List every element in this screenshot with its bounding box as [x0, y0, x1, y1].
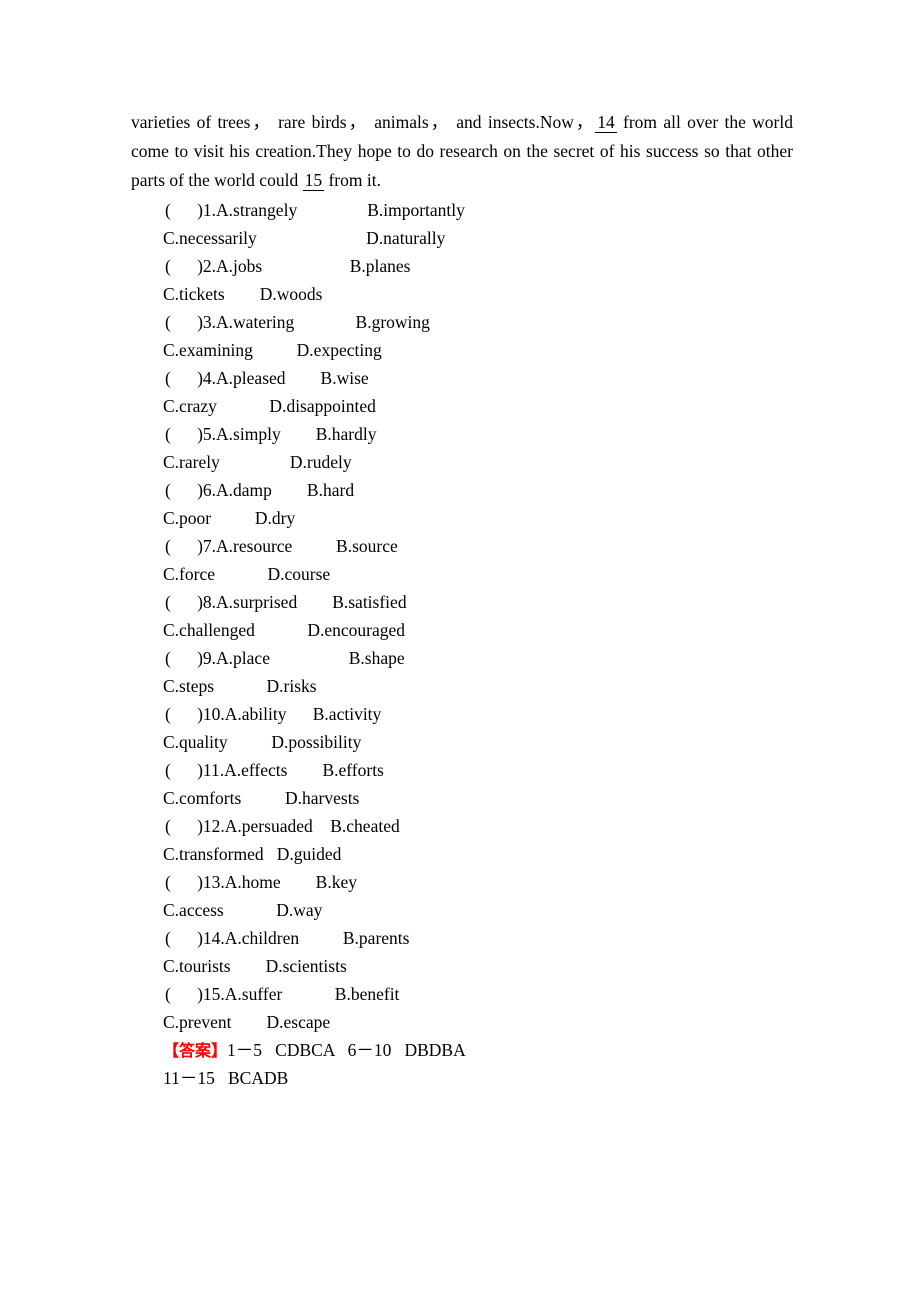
question-4-cd[interactable]: C.crazy D.disappointed — [131, 392, 831, 420]
options-list: ( )1.A.strangely B.importantly C.necessa… — [131, 196, 831, 1036]
answer-ranges-1: 1－5 CDBCA 6－10 DBDBA — [227, 1040, 466, 1060]
question-13-ab[interactable]: ( )13.A.home B.key — [131, 868, 831, 896]
question-13-cd[interactable]: C.access D.way — [131, 896, 831, 924]
passage-line-1-pre: varieties of trees， rare birds， animals，… — [131, 112, 596, 132]
question-15-ab[interactable]: ( )15.A.suffer B.benefit — [131, 980, 831, 1008]
question-5-ab[interactable]: ( )5.A.simply B.hardly — [131, 420, 831, 448]
blank-14: 14 — [595, 112, 617, 133]
question-15-cd[interactable]: C.prevent D.escape — [131, 1008, 831, 1036]
question-7-cd[interactable]: C.force D.course — [131, 560, 831, 588]
answer-line-1: 【答案】1－5 CDBCA 6－10 DBDBA — [131, 1036, 831, 1064]
question-10-ab[interactable]: ( )10.A.ability B.activity — [131, 700, 831, 728]
question-9-cd[interactable]: C.steps D.risks — [131, 672, 831, 700]
question-4-ab[interactable]: ( )4.A.pleased B.wise — [131, 364, 831, 392]
question-10-cd[interactable]: C.quality D.possibility — [131, 728, 831, 756]
passage-line-3-pre: world could — [214, 170, 299, 190]
answer-key: 【答案】1－5 CDBCA 6－10 DBDBA 11－15 BCADB — [131, 1036, 831, 1092]
question-1-cd[interactable]: C.necessarily D.naturally — [131, 224, 831, 252]
question-2-ab[interactable]: ( )2.A.jobs B.planes — [131, 252, 831, 280]
question-3-ab[interactable]: ( )3.A.watering B.growing — [131, 308, 831, 336]
question-12-cd[interactable]: C.transformed D.guided — [131, 840, 831, 868]
question-1-ab[interactable]: ( )1.A.strangely B.importantly — [131, 196, 831, 224]
answer-line-2: 11－15 BCADB — [163, 1068, 289, 1088]
question-6-ab[interactable]: ( )6.A.damp B.hard — [131, 476, 831, 504]
passage-line-3-post: from it. — [328, 170, 381, 190]
passage-paragraph: varieties of trees， rare birds， animals，… — [131, 108, 793, 195]
blank-15: 15 — [302, 170, 325, 191]
question-5-cd[interactable]: C.rarely D.rudely — [131, 448, 831, 476]
question-14-cd[interactable]: C.tourists D.scientists — [131, 952, 831, 980]
question-3-cd[interactable]: C.examining D.expecting — [131, 336, 831, 364]
question-12-ab[interactable]: ( )12.A.persuaded B.cheated — [131, 812, 831, 840]
question-11-cd[interactable]: C.comforts D.harvests — [131, 784, 831, 812]
question-2-cd[interactable]: C.tickets D.woods — [131, 280, 831, 308]
question-7-ab[interactable]: ( )7.A.resource B.source — [131, 532, 831, 560]
question-9-ab[interactable]: ( )9.A.place B.shape — [131, 644, 831, 672]
question-14-ab[interactable]: ( )14.A.children B.parents — [131, 924, 831, 952]
answer-key-label: 【答案】 — [163, 1041, 228, 1060]
question-6-cd[interactable]: C.poor D.dry — [131, 504, 831, 532]
question-8-cd[interactable]: C.challenged D.encouraged — [131, 616, 831, 644]
question-8-ab[interactable]: ( )8.A.surprised B.satisfied — [131, 588, 831, 616]
document-page: varieties of trees， rare birds， animals，… — [0, 0, 920, 1302]
question-11-ab[interactable]: ( )11.A.effects B.efforts — [131, 756, 831, 784]
